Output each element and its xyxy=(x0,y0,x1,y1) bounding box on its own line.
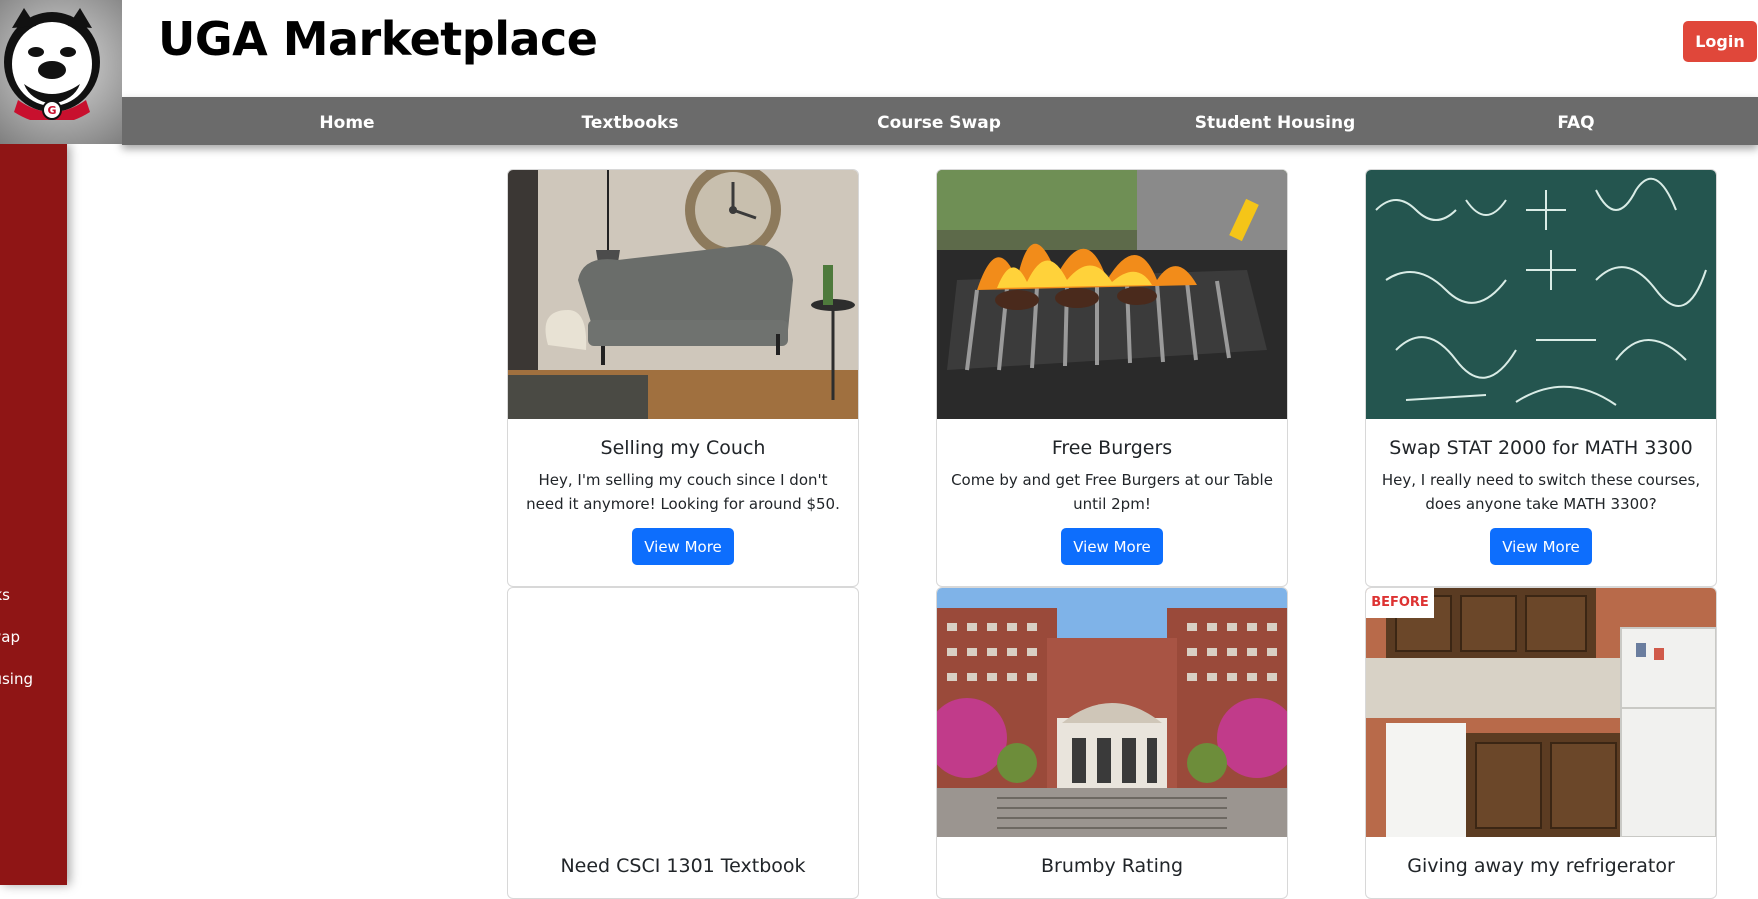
brumby-hall-image xyxy=(937,588,1287,837)
kitchen-image: BEFORE xyxy=(1366,588,1716,837)
view-more-button[interactable]: View More xyxy=(632,528,734,565)
site-title: UGA Marketplace xyxy=(158,12,598,66)
before-tag: BEFORE xyxy=(1366,588,1434,618)
login-button[interactable]: Login xyxy=(1683,21,1757,62)
card-description: Hey, I'm selling my couch since I don't … xyxy=(526,471,840,513)
listing-card: Free Burgers Come by and get Free Burger… xyxy=(936,169,1288,587)
nav-item-home[interactable]: Home xyxy=(319,97,374,145)
svg-text:G: G xyxy=(47,104,56,117)
listing-card: Need CSCI 1301 Textbook xyxy=(507,587,859,899)
sidebar-item-student-housing[interactable]: using xyxy=(0,670,33,688)
listing-card: BEFORE Giving away my refrigerator xyxy=(1365,587,1717,899)
bulldog-logo[interactable]: G xyxy=(0,0,122,144)
view-more-button[interactable]: View More xyxy=(1061,528,1163,565)
card-title: Swap STAT 2000 for MATH 3300 xyxy=(1389,437,1693,459)
card-title: Giving away my refrigerator xyxy=(1407,855,1675,877)
couch-image xyxy=(508,170,858,419)
listing-card: Brumby Rating xyxy=(936,587,1288,899)
bulldog-icon: G xyxy=(4,8,100,120)
sidebar: ks wap using xyxy=(0,144,67,885)
sidebar-item-textbooks[interactable]: ks xyxy=(0,586,10,604)
burgers-image xyxy=(937,170,1287,419)
listing-card: Swap STAT 2000 for MATH 3300 Hey, I real… xyxy=(1365,169,1717,587)
site-header: UGA Marketplace Login xyxy=(122,0,1758,97)
nav-item-course-swap[interactable]: Course Swap xyxy=(877,97,1001,145)
chalkboard-image xyxy=(1366,170,1716,419)
main-nav: Home Textbooks Course Swap Student Housi… xyxy=(122,97,1758,145)
view-more-button[interactable]: View More xyxy=(1490,528,1592,565)
nav-item-faq[interactable]: FAQ xyxy=(1557,97,1594,145)
card-description: Come by and get Free Burgers at our Tabl… xyxy=(951,471,1273,513)
card-title: Free Burgers xyxy=(1051,437,1173,459)
nav-item-student-housing[interactable]: Student Housing xyxy=(1195,97,1356,145)
card-title: Selling my Couch xyxy=(600,437,766,459)
nav-item-textbooks[interactable]: Textbooks xyxy=(582,97,679,145)
card-title: Brumby Rating xyxy=(1041,855,1183,877)
listing-card: Selling my Couch Hey, I'm selling my cou… xyxy=(507,169,859,587)
empty-image xyxy=(508,588,858,837)
card-title: Need CSCI 1301 Textbook xyxy=(560,855,806,877)
card-description: Hey, I really need to switch these cours… xyxy=(1381,471,1701,513)
sidebar-item-course-swap[interactable]: wap xyxy=(0,628,20,646)
